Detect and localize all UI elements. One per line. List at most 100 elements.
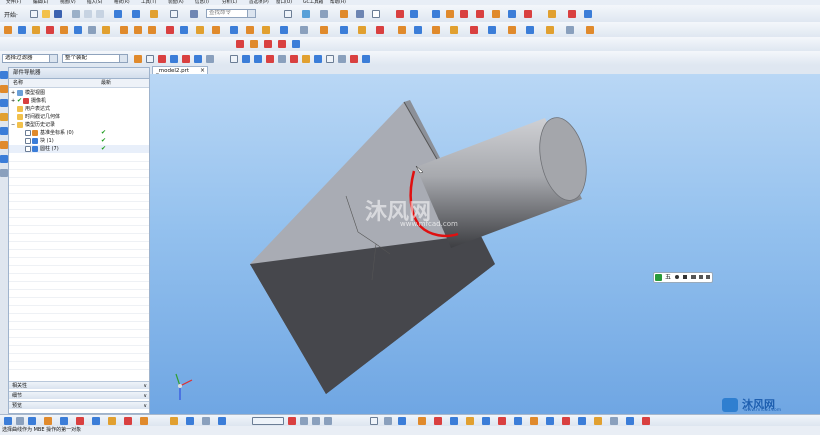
intersect-icon[interactable]	[148, 26, 156, 34]
tree-item-cameras[interactable]: + ✔ 摄像机	[9, 97, 149, 105]
chamfer-icon[interactable]	[180, 26, 188, 34]
datum-icon[interactable]	[446, 10, 454, 18]
trim-body-icon[interactable]	[262, 26, 270, 34]
redo-icon[interactable]	[132, 10, 140, 18]
offset-surface-icon[interactable]	[508, 26, 516, 34]
ime-skin-icon[interactable]	[699, 275, 703, 279]
mirror-curve-icon[interactable]	[498, 417, 506, 425]
make-corner-icon[interactable]	[450, 417, 458, 425]
sync-model-icon[interactable]	[320, 26, 328, 34]
point-on-curve-icon[interactable]	[254, 55, 262, 63]
part-navigator-icon[interactable]	[0, 99, 8, 107]
snap-icon[interactable]	[302, 10, 310, 18]
draft-icon[interactable]	[212, 26, 220, 34]
paste-icon[interactable]	[96, 10, 104, 18]
point-icon[interactable]	[492, 10, 500, 18]
midpoint-icon[interactable]	[170, 55, 178, 63]
plus-icon[interactable]	[326, 55, 334, 63]
extrude-icon[interactable]	[18, 26, 26, 34]
system-materials-icon[interactable]	[0, 169, 8, 177]
copy-icon[interactable]	[84, 10, 92, 18]
spline-pole-icon[interactable]	[290, 55, 298, 63]
rectangle-icon[interactable]	[370, 417, 378, 425]
web-browser-icon[interactable]	[0, 141, 8, 149]
checkbox-icon[interactable]	[25, 138, 31, 144]
pin-icon[interactable]	[350, 55, 358, 63]
command-finder-icon[interactable]	[150, 10, 158, 18]
tree-item-model-views[interactable]: + 模型视图	[9, 89, 149, 97]
fillet-sketch-icon[interactable]	[398, 417, 406, 425]
undo-icon[interactable]	[114, 10, 122, 18]
constraint-icon[interactable]	[236, 40, 244, 48]
rapid-dimension-icon[interactable]	[546, 417, 554, 425]
checkbox-icon[interactable]	[25, 130, 31, 136]
analysis-icon[interactable]	[548, 10, 556, 18]
reuse-library-icon[interactable]	[0, 113, 8, 121]
open-folder-icon[interactable]	[42, 10, 50, 18]
offset-curve-icon[interactable]	[466, 417, 474, 425]
chevron-down-icon[interactable]	[49, 55, 57, 62]
trim-sheet-icon[interactable]	[566, 26, 574, 34]
circle-icon[interactable]	[324, 417, 332, 425]
replace-face-icon[interactable]	[376, 26, 384, 34]
touch-mode-icon[interactable]	[190, 10, 198, 18]
pattern-curve-icon[interactable]	[482, 417, 490, 425]
show-constraints-icon[interactable]	[578, 417, 586, 425]
endpoint-icon[interactable]	[158, 55, 166, 63]
annotation-icon[interactable]	[264, 40, 272, 48]
dimension-icon[interactable]	[250, 40, 258, 48]
type-filter-select[interactable]: 选择过滤器	[2, 54, 58, 63]
chevron-down-icon[interactable]	[119, 55, 127, 62]
checkbox-icon[interactable]	[25, 146, 31, 152]
display-icon[interactable]	[356, 10, 364, 18]
measure-icon[interactable]	[524, 10, 532, 18]
line-icon[interactable]	[300, 417, 308, 425]
assembly-navigator-icon[interactable]	[0, 71, 8, 79]
ruled-icon[interactable]	[432, 26, 440, 34]
model-canvas[interactable]	[150, 74, 820, 414]
ime-keyboard-icon[interactable]	[691, 275, 696, 279]
derived-lines-icon[interactable]	[514, 417, 522, 425]
convert-reference-icon[interactable]	[610, 417, 618, 425]
move-object-icon[interactable]	[396, 10, 404, 18]
chevron-down-icon[interactable]: ∨	[143, 382, 147, 390]
subtract-icon[interactable]	[134, 26, 142, 34]
quick-extend-icon[interactable]	[434, 417, 442, 425]
view-icon[interactable]	[292, 40, 300, 48]
mirror-icon[interactable]	[246, 26, 254, 34]
ime-punct-icon[interactable]	[683, 275, 687, 279]
existing-point-icon[interactable]	[242, 55, 250, 63]
point-sketch-icon[interactable]	[384, 417, 392, 425]
scope-select[interactable]: 整个装配	[62, 54, 128, 63]
ime-moon-icon[interactable]	[675, 275, 679, 279]
panel-details[interactable]: 细节 ∨	[9, 391, 149, 399]
section-view-icon[interactable]	[124, 417, 132, 425]
wcs-icon[interactable]	[432, 10, 440, 18]
shell-icon[interactable]	[196, 26, 204, 34]
wcs-display-icon[interactable]	[202, 417, 210, 425]
finish-sketch-icon[interactable]	[642, 417, 650, 425]
panel-preview[interactable]: 预览 ∨	[9, 401, 149, 409]
sketch-icon[interactable]	[4, 26, 12, 34]
quadrant-point-icon[interactable]	[230, 55, 238, 63]
rotate-view-icon[interactable]	[44, 417, 52, 425]
quick-trim-icon[interactable]	[418, 417, 426, 425]
chevron-down-icon[interactable]: ∨	[143, 392, 147, 400]
point-on-face-icon[interactable]	[266, 55, 274, 63]
save-icon[interactable]	[54, 10, 62, 18]
arc-icon[interactable]	[312, 417, 320, 425]
color-swatch-icon[interactable]	[372, 10, 380, 18]
section-icon[interactable]	[568, 10, 576, 18]
layer-settings-icon[interactable]	[186, 417, 194, 425]
pattern-icon[interactable]	[230, 26, 238, 34]
auto-constrain-icon[interactable]	[594, 417, 602, 425]
hole-icon[interactable]	[46, 26, 54, 34]
chevron-down-icon[interactable]: ∨	[143, 402, 147, 410]
deselect-icon[interactable]	[362, 55, 370, 63]
snap-view-icon[interactable]	[218, 417, 226, 425]
tangent-point-icon[interactable]	[302, 55, 310, 63]
search-icon[interactable]	[247, 10, 255, 17]
command-search-input[interactable]: 查找命令	[206, 9, 256, 18]
zoom-icon[interactable]	[16, 417, 24, 425]
cut-icon[interactable]	[72, 10, 80, 18]
